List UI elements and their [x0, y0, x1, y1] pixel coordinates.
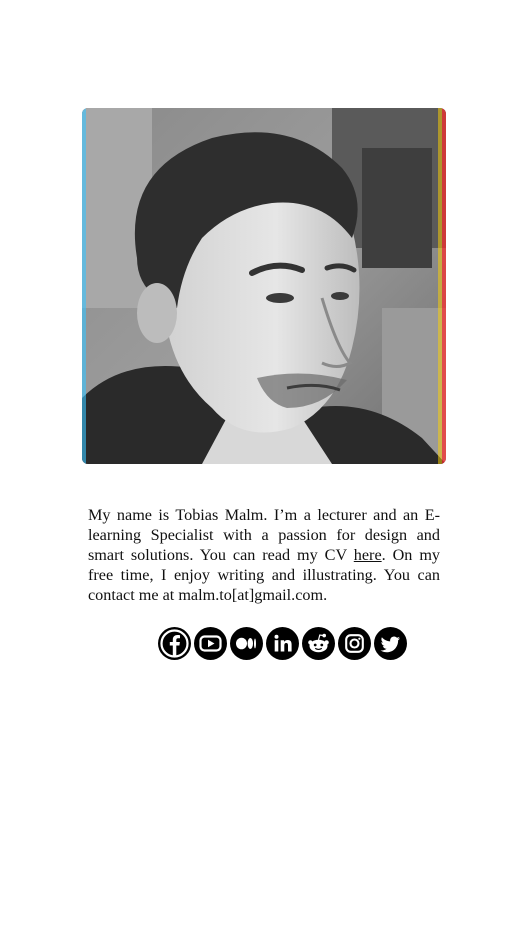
instagram-link[interactable] [338, 627, 371, 660]
linkedin-icon [274, 634, 292, 652]
facebook-icon [160, 629, 189, 658]
cv-link[interactable]: here [354, 546, 382, 564]
reddit-icon [308, 633, 329, 653]
instagram-icon [345, 634, 364, 653]
portrait-illustration [82, 108, 446, 464]
social-links [158, 627, 407, 660]
bio-paragraph: My name is Tobias Malm. I’m a lecturer a… [88, 505, 440, 605]
facebook-link[interactable] [158, 627, 191, 660]
youtube-icon [199, 635, 222, 652]
reddit-link[interactable] [302, 627, 335, 660]
twitter-icon [380, 636, 400, 653]
medium-link[interactable] [230, 627, 263, 660]
youtube-link[interactable] [194, 627, 227, 660]
linkedin-link[interactable] [266, 627, 299, 660]
portrait-photo [82, 108, 446, 464]
twitter-link[interactable] [374, 627, 407, 660]
medium-icon [236, 637, 256, 650]
